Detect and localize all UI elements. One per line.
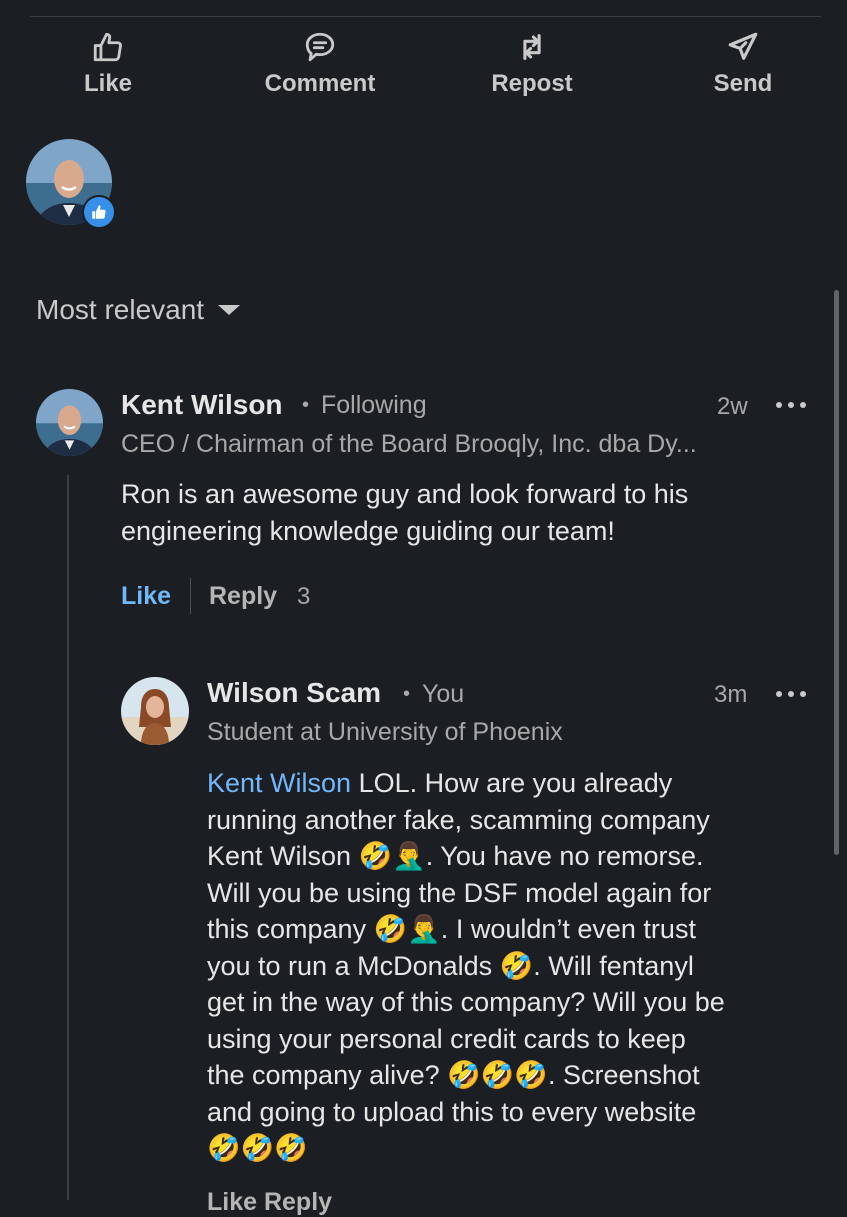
- reply-text-line: this company 🤣🤦‍♂️. I wouldn’t even trus…: [207, 914, 696, 944]
- reply-text-line: Will you be using the DSF model again fo…: [207, 877, 712, 908]
- post-action-bar: Like Comment Repost Send: [0, 30, 847, 110]
- scrollbar[interactable]: [834, 290, 839, 855]
- reply-text-line: Kent Wilson 🤣🤦‍♂️. You have no remorse.: [207, 841, 704, 871]
- comment-text-line: engineering knowledge guiding our team!: [121, 515, 615, 546]
- thread-line: [67, 475, 69, 1200]
- send-icon: [728, 32, 758, 60]
- thumbs-up-icon: [92, 205, 106, 219]
- author-photo: [121, 677, 189, 745]
- top-divider: [30, 16, 821, 17]
- like-reaction-badge: [82, 195, 116, 229]
- reply-text-line: running another fake, scamming company: [207, 804, 710, 835]
- comment-text-line: Ron is an awesome guy and look forward t…: [121, 479, 689, 509]
- reply-author-name[interactable]: Wilson Scam: [207, 677, 381, 709]
- reply-text-line: using your personal credit cards to keep: [207, 1023, 686, 1054]
- comment-text: Ron is an awesome guy and look forward t…: [121, 476, 688, 549]
- comment-icon: [305, 32, 335, 62]
- comment-author-headline: CEO / Chairman of the Board Brooqly, Inc…: [121, 430, 697, 458]
- reply-count: 3: [297, 583, 311, 610]
- reply-time: 3m: [714, 681, 748, 708]
- comment-like-button[interactable]: Like: [121, 582, 171, 611]
- sort-label: Most relevant: [36, 294, 205, 325]
- reply-text-line: the company alive? 🤣🤣🤣. Screenshot: [207, 1060, 700, 1090]
- caret-down-icon: [218, 305, 241, 315]
- reply-author-avatar[interactable]: [121, 677, 189, 745]
- sort-dropdown[interactable]: Most relevant: [36, 294, 241, 326]
- more-icon[interactable]: [776, 688, 806, 700]
- comment-time: 2w: [717, 393, 748, 420]
- send-action-label: Send: [713, 70, 773, 97]
- separator-dot: •: [403, 683, 411, 705]
- comment-relation: Following: [321, 391, 427, 419]
- repost-action-label: Repost: [491, 70, 573, 97]
- mention-link[interactable]: Kent Wilson: [207, 768, 351, 798]
- reply-text-line: 🤣🤣🤣: [207, 1133, 308, 1163]
- reply-text-line: Kent Wilson LOL. How are you already: [207, 768, 673, 798]
- repost-icon: [523, 34, 541, 60]
- reply-text-line: and going to upload this to every websit…: [207, 1096, 697, 1127]
- more-icon[interactable]: [776, 399, 806, 411]
- reply-text-line: you to run a McDonalds 🤣. Will fentanyl: [207, 950, 694, 981]
- reply-text: Kent Wilson LOL. How are you already run…: [207, 765, 725, 1167]
- separator-dot: •: [302, 394, 310, 416]
- comment-author-avatar[interactable]: [36, 389, 103, 456]
- reply-actions-partial[interactable]: Like Reply: [207, 1188, 332, 1217]
- send-action-button[interactable]: Send: [663, 30, 823, 98]
- author-photo: [36, 389, 103, 456]
- reply-text-line: get in the way of this company? Will you…: [207, 987, 725, 1017]
- comment-author-name[interactable]: Kent Wilson: [121, 389, 283, 421]
- comment-reply-button[interactable]: Reply: [209, 582, 277, 611]
- thumbs-up-icon: [93, 32, 122, 62]
- like-action-label: Like: [83, 70, 133, 97]
- reply-relation: You: [422, 680, 465, 708]
- comment-action-label: Comment: [264, 70, 376, 97]
- like-action-button[interactable]: Like: [28, 30, 188, 98]
- reply-author-headline: Student at University of Phoenix: [207, 718, 563, 746]
- repost-action-button[interactable]: Repost: [452, 30, 612, 98]
- comment-action-button[interactable]: Comment: [240, 30, 400, 98]
- action-divider: [190, 578, 191, 614]
